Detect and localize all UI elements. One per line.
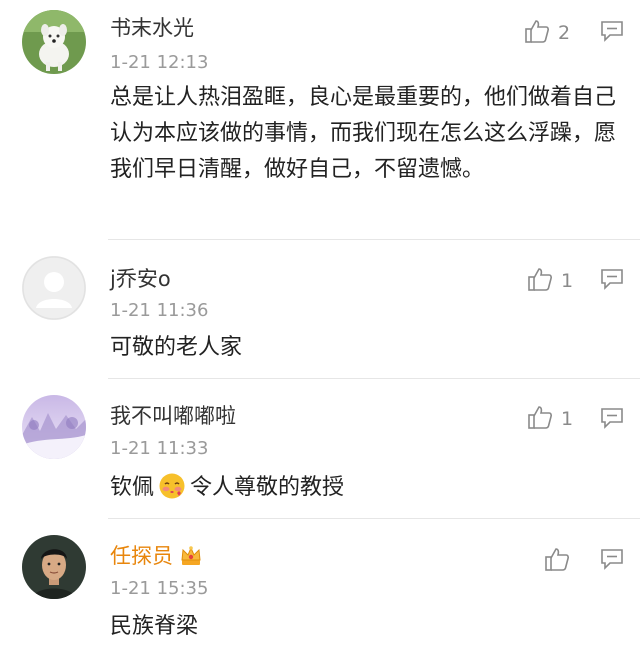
like-count: 1: [561, 408, 574, 430]
thumbs-up-icon: [524, 18, 550, 48]
man-portrait-avatar[interactable]: [22, 535, 86, 599]
reply-button[interactable]: [600, 20, 624, 46]
comment-item: 书末水光 1-21 12:13 2 总是让人热泪盈眶，良心是最重要的，他们做着自…: [0, 0, 640, 240]
like-button[interactable]: [544, 546, 570, 576]
reply-icon: [600, 269, 624, 294]
thumbs-up-icon: [527, 266, 553, 296]
thumbs-up-icon: [544, 546, 570, 576]
comment-username[interactable]: 书末水光: [110, 15, 194, 41]
like-button[interactable]: 1: [527, 404, 573, 434]
like-count: 2: [558, 22, 571, 44]
comment-time: 1-21 15:35: [110, 578, 209, 599]
like-count: 1: [561, 270, 574, 292]
comment-list: 书末水光 1-21 12:13 2 总是让人热泪盈眶，良心是最重要的，他们做着自…: [0, 0, 640, 649]
comment-text: 钦佩 令人尊敬的教授: [110, 470, 630, 512]
comment-username[interactable]: j乔安o: [110, 266, 171, 292]
reply-icon: [600, 549, 624, 574]
comment-item: 任探员 1-21 15:35 民族脊梁: [0, 519, 640, 649]
blushing-face-emoji: [158, 472, 186, 512]
default-user-avatar[interactable]: [22, 256, 86, 320]
comment-time: 1-21 11:33: [110, 438, 209, 459]
reply-button[interactable]: [600, 268, 624, 294]
comment-username[interactable]: 我不叫嘟嘟啦: [110, 403, 236, 429]
like-button[interactable]: 1: [527, 266, 573, 296]
snowy-landscape-avatar[interactable]: [22, 395, 86, 459]
reply-icon: [600, 21, 624, 46]
comment-text: 可敬的老人家: [110, 335, 243, 360]
comment-username[interactable]: 任探员: [110, 543, 203, 573]
comment-time: 1-21 12:13: [110, 52, 209, 73]
white-dog-avatar[interactable]: [22, 10, 86, 74]
comment-time: 1-21 11:36: [110, 300, 209, 321]
reply-icon: [600, 408, 624, 433]
crown-icon: [179, 545, 203, 573]
reply-button[interactable]: [600, 407, 624, 433]
comment-text-after: 令人尊敬的教授: [190, 475, 345, 500]
comment-text-before: 钦佩: [110, 475, 155, 500]
comment-item: 我不叫嘟嘟啦 1-21 11:33 1 钦佩 令人尊敬的教授: [0, 379, 640, 518]
vip-username-text[interactable]: 任探员: [110, 544, 173, 568]
comment-text: 民族脊梁: [110, 614, 199, 639]
thumbs-up-icon: [527, 404, 553, 434]
reply-button[interactable]: [600, 548, 624, 574]
like-button[interactable]: 2: [524, 18, 570, 48]
comment-text: 总是让人热泪盈眶，良心是最重要的，他们做着自己认为本应该做的事情，而我们现在怎么…: [110, 85, 617, 182]
comment-item: j乔安o 1-21 11:36 1 可敬的老人家: [0, 240, 640, 378]
